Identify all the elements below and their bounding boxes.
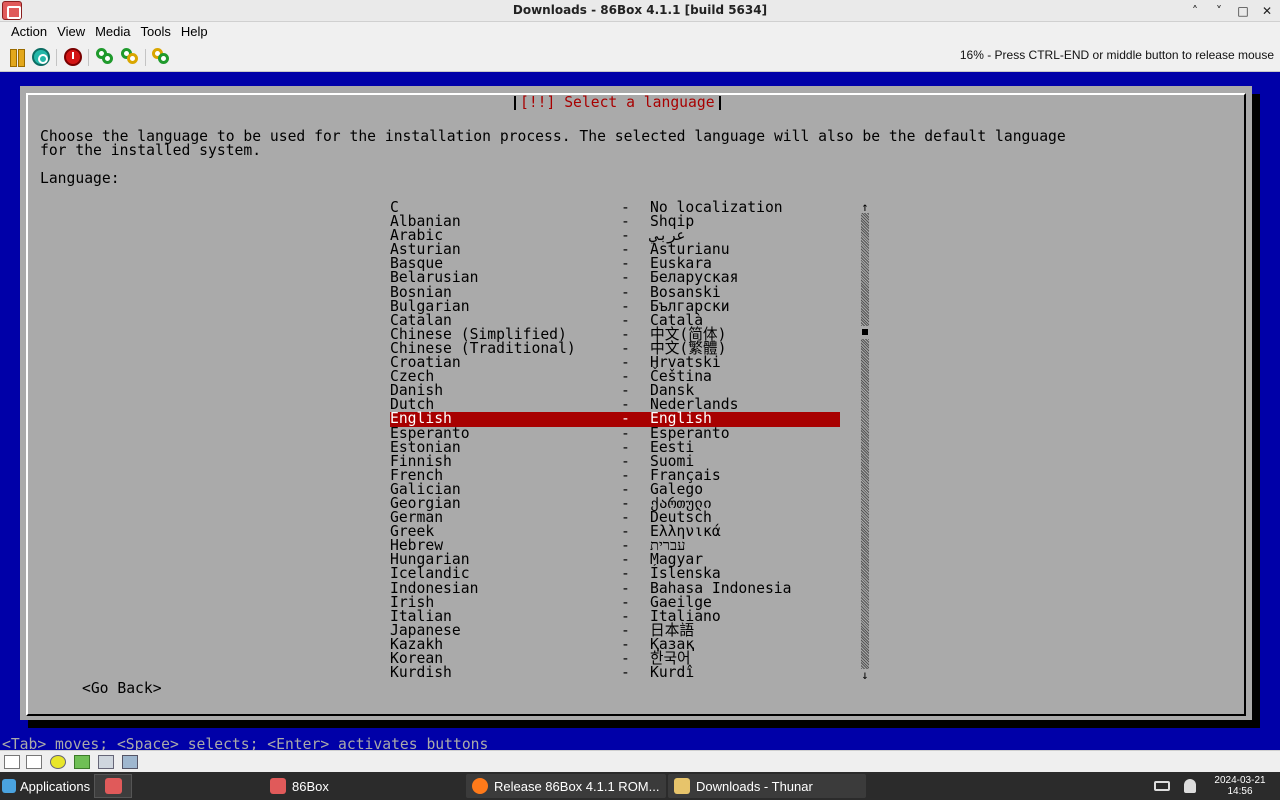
settings-icon[interactable] <box>152 48 170 66</box>
clock-time: 14:56 <box>1227 786 1253 797</box>
language-option[interactable]: Belarusian - Беларуская <box>390 271 840 286</box>
language-option[interactable]: Croatian - Hrvatski <box>390 355 840 370</box>
language-separator: - <box>621 664 630 682</box>
language-option[interactable]: German - Deutsch <box>390 510 840 525</box>
86box-icon <box>270 778 286 794</box>
applications-menu[interactable]: Applications <box>2 776 90 796</box>
clock[interactable]: 2024-03-21 14:56 <box>1210 775 1270 797</box>
taskbar-item-86box[interactable]: 86Box <box>264 774 464 798</box>
taskbar-item-thunar[interactable]: Downloads - Thunar <box>668 774 866 798</box>
language-option[interactable]: Danish - Dansk <box>390 383 840 398</box>
language-option[interactable]: Albanian - Shqip <box>390 214 840 229</box>
close-button[interactable]: ✕ <box>1258 2 1276 20</box>
maximize-button[interactable]: □ <box>1234 2 1252 20</box>
dialog-title: [!!] Select a language <box>514 95 721 111</box>
ctrl-alt-del-icon[interactable] <box>96 48 114 66</box>
scroll-down-arrow[interactable]: ↓ <box>860 669 870 681</box>
language-option[interactable]: Estonian - Eesti <box>390 440 840 455</box>
settings-panel-icon[interactable] <box>122 755 138 769</box>
task-label: 86Box <box>292 778 329 794</box>
language-option[interactable]: Czech - Čeština <box>390 369 840 384</box>
floppy-1-icon[interactable] <box>4 755 20 769</box>
toolbar-separator <box>56 49 57 66</box>
network-icon[interactable] <box>74 755 90 769</box>
minimize-button[interactable]: ˅ <box>1210 2 1228 20</box>
firefox-icon <box>472 778 488 794</box>
language-option[interactable]: Finnish - Suomi <box>390 454 840 469</box>
language-option[interactable]: Greek - Ελληνικά <box>390 524 840 539</box>
status-bar <box>0 750 1280 772</box>
menu-bar: Action View Media Tools Help <box>0 22 1280 41</box>
prompt-line-2: for the installed system. <box>40 142 262 160</box>
language-name: Kurdish <box>390 664 452 682</box>
language-option[interactable]: Korean - 한국어 <box>390 651 840 666</box>
language-option[interactable]: Kurdish - Kurdî <box>390 664 840 682</box>
menu-tools[interactable]: Tools <box>136 24 176 39</box>
system-tray: 2024-03-21 14:56 <box>1154 775 1270 797</box>
language-option[interactable]: Georgian - ქართული <box>390 496 840 511</box>
window-title: Downloads - 86Box 4.1.1 [build 5634] <box>512 3 768 17</box>
applications-icon <box>2 779 16 793</box>
toolbar-separator <box>145 49 146 66</box>
mouse-capture-status: 16% - Press CTRL-END or middle button to… <box>959 48 1274 62</box>
window-title-bar: Downloads - 86Box 4.1.1 [build 5634] ˄ ˅… <box>0 0 1280 22</box>
keyboard-hint: <Tab> moves; <Space> selects; <Enter> ac… <box>2 736 489 750</box>
menu-media[interactable]: Media <box>90 24 135 39</box>
language-option[interactable]: Asturian - Asturianu <box>390 242 840 257</box>
taskbar: Applications 86Box Release 86Box 4.1.1 R… <box>0 772 1280 800</box>
language-option[interactable]: Kazakh - Қазақ <box>390 637 840 652</box>
language-option[interactable]: Indonesian - Bahasa Indonesia <box>390 581 840 596</box>
installer-dialog: [!!] Select a language Choose the langua… <box>20 86 1252 720</box>
task-label: Release 86Box 4.1.1 ROM... <box>494 778 660 794</box>
toolbar: 16% - Press CTRL-END or middle button to… <box>0 41 1280 72</box>
pause-icon[interactable] <box>8 48 26 67</box>
scroll-track[interactable] <box>861 339 869 669</box>
86box-launcher-icon[interactable] <box>94 774 132 798</box>
window-controls: ˄ ˅ □ ✕ <box>1186 2 1276 20</box>
reset-icon[interactable] <box>32 48 50 66</box>
task-label: Downloads - Thunar <box>696 778 813 794</box>
toolbar-separator <box>88 49 89 66</box>
list-scrollbar[interactable]: ↑ ↓ <box>860 201 870 681</box>
language-option[interactable]: Japanese - 日本語 <box>390 623 840 638</box>
folder-icon <box>674 778 690 794</box>
emulated-screen[interactable]: [!!] Select a language Choose the langua… <box>0 72 1280 750</box>
menu-action[interactable]: Action <box>6 24 52 39</box>
applications-label: Applications <box>20 778 91 794</box>
language-native-name: Kurdî <box>650 664 695 682</box>
language-list[interactable]: C - No localization Albanian - Shqip Arabic - عر… <box>390 200 840 682</box>
clock-date: 2024-03-21 <box>1214 775 1266 786</box>
battery-icon[interactable] <box>1154 781 1170 791</box>
language-option[interactable]: Irish - Gaeilge <box>390 595 840 610</box>
menu-help[interactable]: Help <box>176 24 213 39</box>
taskbar-item-firefox[interactable]: Release 86Box 4.1.1 ROM... <box>466 774 666 798</box>
notification-bell-icon[interactable] <box>1184 779 1196 793</box>
language-option[interactable]: Bulgarian - Български <box>390 299 840 314</box>
cdrom-icon[interactable] <box>50 755 66 769</box>
dialog-prompt: Choose the language to be used for the i… <box>40 129 1066 160</box>
language-label: Language: <box>40 170 120 187</box>
scroll-thumb[interactable] <box>862 329 868 335</box>
scroll-up-arrow[interactable]: ↑ <box>860 201 870 213</box>
shade-button[interactable]: ˄ <box>1186 2 1204 20</box>
ctrl-alt-esc-icon[interactable] <box>121 48 139 66</box>
power-icon[interactable] <box>64 48 82 66</box>
scroll-track[interactable] <box>861 213 869 326</box>
floppy-2-icon[interactable] <box>26 755 42 769</box>
hard-disk-icon[interactable] <box>98 755 114 769</box>
language-option[interactable]: Dutch - Nederlands <box>390 397 840 412</box>
go-back-button[interactable]: <Go Back> <box>82 681 162 696</box>
menu-view[interactable]: View <box>52 24 90 39</box>
